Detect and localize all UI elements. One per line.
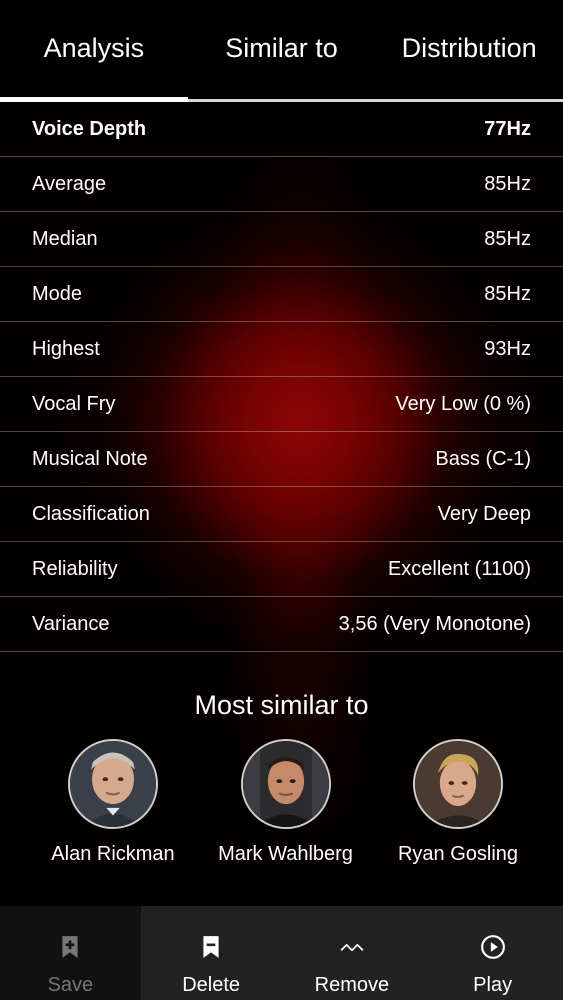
stats-table: Voice Depth 77Hz Average 85Hz Median 85H… [0, 102, 563, 652]
bookmark-add-icon [62, 936, 78, 958]
stats-row-reliability: Reliability Excellent (1100) [0, 542, 563, 597]
similar-person-mark-wahlberg[interactable]: Mark Wahlberg [211, 739, 361, 866]
stat-label: Variance [32, 612, 110, 635]
stats-row-vocal-fry: Vocal Fry Very Low (0 %) [0, 377, 563, 432]
stat-label: Median [32, 227, 98, 250]
tab-distribution[interactable]: Distribution [375, 0, 563, 99]
play-button[interactable]: Play [422, 906, 563, 1000]
stat-label: Classification [32, 502, 150, 525]
bottom-action-bar: Save Delete Remove Play [0, 906, 563, 1000]
similar-person-ryan-gosling[interactable]: Ryan Gosling [383, 739, 533, 866]
app-screen: Analysis Similar to Distribution Voice D… [0, 0, 563, 1000]
remove-button[interactable]: Remove [282, 906, 423, 1000]
play-circle-icon [480, 935, 505, 959]
stats-row-highest: Highest 93Hz [0, 322, 563, 377]
save-label: Save [47, 974, 94, 996]
stat-label: Mode [32, 282, 83, 305]
avatar-photo-icon [415, 741, 501, 827]
stats-row-mode: Mode 85Hz [0, 267, 563, 322]
stat-value: Very Low (0 %) [395, 392, 531, 415]
stat-value: 77Hz [484, 117, 531, 140]
stat-value: Bass (C-1) [435, 447, 531, 470]
stats-row-variance: Variance 3,56 (Very Monotone) [0, 597, 563, 652]
stat-value: 93Hz [484, 337, 531, 360]
delete-button[interactable]: Delete [141, 906, 282, 1000]
tab-bar: Analysis Similar to Distribution [0, 0, 563, 102]
play-label: Play [473, 974, 513, 996]
stat-label: Vocal Fry [32, 392, 116, 415]
similar-person-alan-rickman[interactable]: Alan Rickman [38, 739, 188, 866]
stat-value: 85Hz [484, 172, 531, 195]
stat-value: 3,56 (Very Monotone) [338, 612, 531, 635]
avatar[interactable] [413, 739, 503, 829]
tab-analysis[interactable]: Analysis [0, 0, 188, 102]
save-button[interactable]: Save [0, 906, 141, 1000]
stat-value: Very Deep [437, 502, 531, 525]
stat-label: Voice Depth [32, 117, 147, 140]
person-name: Mark Wahlberg [218, 843, 353, 865]
stat-label: Highest [32, 337, 100, 360]
remove-label: Remove [314, 974, 390, 996]
avatar[interactable] [240, 739, 331, 829]
tab-similar-to[interactable]: Similar to [188, 0, 376, 99]
stats-row-classification: Classification Very Deep [0, 487, 563, 542]
bookmark-remove-icon [203, 936, 219, 958]
delete-label: Delete [182, 974, 241, 996]
stat-label: Average [32, 172, 107, 195]
stat-value: 85Hz [484, 227, 531, 250]
stat-label: Musical Note [32, 447, 148, 470]
stats-row-musical-note: Musical Note Bass (C-1) [0, 432, 563, 487]
similar-section: Most similar to Alan Rickman Mark Wahlbe… [0, 652, 563, 866]
stats-row-voice-depth: Voice Depth 77Hz [0, 102, 563, 157]
chevron-wave-icon [340, 943, 364, 952]
avatar-photo-icon [242, 741, 329, 827]
stat-label: Reliability [32, 557, 118, 580]
stat-value: 85Hz [484, 282, 531, 305]
similar-people-list: Alan Rickman Mark Wahlberg Ryan Gosling [0, 739, 563, 866]
stats-row-average: Average 85Hz [0, 157, 563, 212]
stats-row-median: Median 85Hz [0, 212, 563, 267]
section-title: Most similar to [194, 690, 369, 720]
person-name: Ryan Gosling [397, 843, 519, 865]
avatar[interactable] [68, 739, 158, 829]
person-name: Alan Rickman [51, 843, 175, 865]
avatar-photo-icon [70, 741, 156, 827]
stat-value: Excellent (1100) [387, 557, 531, 580]
